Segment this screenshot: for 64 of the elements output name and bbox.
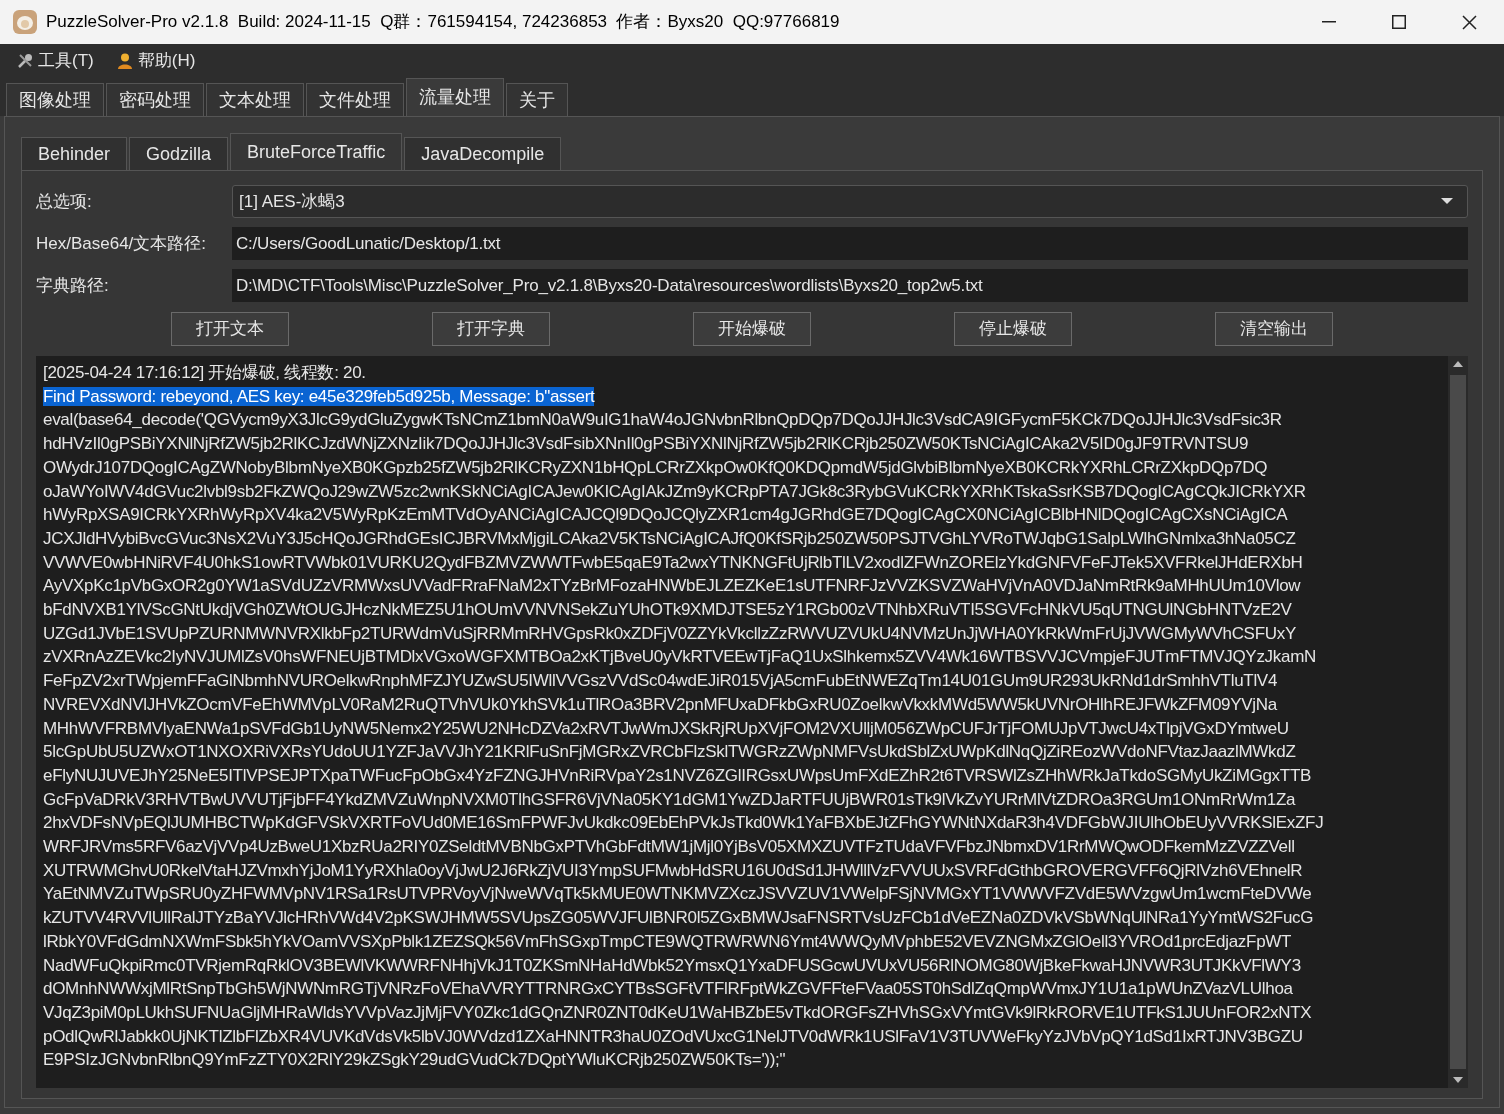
tab[interactable]: 密码处理 bbox=[106, 83, 204, 116]
log-line: GcFpVaDRkV3RHVTBwUVVUTjFjbFF4YkdZMVZuWnpNVXM0TlhGSFR6VjVNa05KY1dGM1YwZDJaRTFUUjBWR01sTk9lVkZvYURrMlVtZDROa3RGUm1ONmRrWm1Za bbox=[43, 789, 1296, 809]
log-line: VVWVE0wbHNiRVF4U0hkS1owRTVWbk01VURKU2QydFBZMVZWWTFwbE5qaE9Ta2wxYTNKNGFtUjRlbTlLV2xodlZFWnZORElzYkdGNFVFeFJTek5XVFRkelJHdERXbH bbox=[43, 552, 1303, 572]
log-line: WRFJRVms5RFV6azVjVVp4UzBweU1XbzRUa2RIY0ZSeldtMVBNbGxPTVhGbFdtMW1jMjl0YjBsV05XMXZUVTFzTUdaVFVFbzJNbmxDV1RrMWQwODFkemMzZVZZVell bbox=[43, 837, 1295, 857]
log-line: dOMnhNWWxjMlRtSnpTbGh5WjNWNmRGTjVNRzFoVEhaVVRYTTRNRGxCYTBsSGFtVTFlRFptWkZGVFFteFVaa05ST0hSdlZqQmpWVmxJY1U1a1pWUnZVazVLUlhoa bbox=[43, 979, 1293, 999]
log-line: pOdlQwRlJabkk0UjNKTlZlbFlZbXR4VUVKdVdsVk5lbVJ0WVdzd1ZXaHNNTR3haU0ZOdVUxcG1NelJTV0dWRk1USlFaV1V3TUVWeFkyYzJVbVpQY1dSd1IxRTJNV3BGZU bbox=[43, 1026, 1303, 1046]
log-line: hWyRpXSA9ICRkYXRhWyRpXV4ka2V5WyRpKzEmMTVdOyANCiAgICAJCQl9DQoJCQlyZXR1cm4gJGRhdGE7DQogICAgCX0NCiAgICBlbHNlDQogICAgCXsNCiAgICA bbox=[43, 505, 1288, 525]
tab[interactable]: 文件处理 bbox=[306, 83, 404, 116]
log-line: NadWFuQkpiRmc0TVRjemRqRklOV3BEWlVKWWRFNHhjVkJ1T0ZKSmNHaHdWbk52YmsxQ1YxaDFUSGcwUVUxVU56RlNOMG80WjBkeFkwaHJNVWR3UTJKkVFlWY3 bbox=[43, 955, 1301, 975]
log-line: OWydrJ107DQogICAgZWNobyBlbmNyeXB0KGpzb25fZW5jb2RlKCRyZXN1bHQpLCRrZXkpOw0KfQ0KDQpmdW5jdGlvbiBlbmNyeXB0KCRkYXRhLCRrZXkpDQp7DQ bbox=[43, 457, 1268, 477]
action-button[interactable]: 打开文本 bbox=[171, 312, 289, 346]
minimize-icon bbox=[1322, 21, 1336, 23]
field-label: 总选项: bbox=[36, 190, 93, 213]
close-icon bbox=[1461, 14, 1477, 30]
log-line: FeFpZV2xrTWpjemFFaGlNbmhNVUROelkwRnphMFZJYUZwSU5IWllVVGszVVdSc04wdEJiR015VjA5cmFubEtNWEZqTm14U01GUm9UR293UkRNd1drSmhhVTluTlV4 bbox=[43, 671, 1278, 691]
log-line: NVREVXdNVlJHVkZOcmVFeEhWMVpLV0RaM2RuQTVhVUk0YkhSVk1uTlROa3BRV2pnMFUxaDFkbGxRU0ZoelkwVkxkMWd5WW5kUVNrOHlhREJFWkZFM09YVjNa bbox=[43, 694, 1277, 714]
tab[interactable]: Godzilla bbox=[129, 137, 229, 170]
log-line: kZUTVV4RVVlUllRalJTYzBaYVJlcHRhVWd4V2pKSWJHMW5SVUpsZG05WVJFUlBNR0l5ZGxBMWJsaFNSRTVsUzFCb1dVeEZNa0ZDVkVSbWNqUlNRa1YyYmtWS2FucG bbox=[43, 908, 1314, 928]
log-line: AyVXpKc1pVbGxOR2g0YW1aSVdUZzVRMWxsUVVadFRraFNaM2xTYzBrMFozaHNWbEJLZEZKeE1sUTFNRFJzVVZKSVZWaHVjVnA0VDJaNmRtRk9aMHhUUm10Vlow bbox=[43, 576, 1301, 596]
tab[interactable]: JavaDecompile bbox=[404, 137, 562, 170]
app-icon bbox=[12, 9, 38, 35]
menu-item[interactable]: 工具(T) bbox=[16, 48, 94, 74]
input-field[interactable]: D:\MD\CTF\Tools\Misc\PuzzleSolver_Pro_v2.1.8\Byxs20-Data\resources\wordlists\Byxs20_top2w5.txt bbox=[232, 269, 1468, 302]
action-button[interactable]: 停止爆破 bbox=[954, 312, 1072, 346]
action-button[interactable]: 打开字典 bbox=[432, 312, 550, 346]
tools-icon bbox=[16, 52, 34, 70]
person-icon bbox=[115, 52, 134, 70]
tab[interactable]: BruteForceTraffic bbox=[230, 133, 403, 170]
log-line: UZGd1JVbE1SVUpPZURNMWNVRXlkbFp2TURWdmVuSjRRMmRHVGpsRk0xZDFjV0ZZYkVkcllzZzRWVUZVUkU4NVMzUnJjWHA0YkRkWmFrUjJVWGMyWVhCSFUxY bbox=[43, 623, 1296, 643]
log-line: 5lcGpUbU5UZWxOT1NXOXRiVXRsYUdoUU1YZFJaVVJhY21KRlFuSnFjMGRxZVRCbFlzSklTWGRzZWpNMFVsUkdSblZxUWpKdlNqQjZiREozWVdoNFVtazJaazlMWkdZ bbox=[43, 742, 1296, 762]
action-button[interactable]: 开始爆破 bbox=[693, 312, 811, 346]
menu-item[interactable]: 帮助(H) bbox=[115, 48, 196, 74]
window-title: PuzzleSolver-Pro v2.1.8 Build: 2024-11-15 Q群：761594154, 724236853 作者：Byxs20 QQ:97766819 bbox=[46, 11, 840, 34]
tab[interactable]: 文本处理 bbox=[206, 83, 304, 116]
tab[interactable]: 关于 bbox=[506, 83, 568, 116]
field-label: 字典路径: bbox=[36, 274, 110, 297]
maximize-icon bbox=[1392, 15, 1406, 29]
log-line: YaEtNMVZuTWpSRU0yZHFWMVpNV1RSa1RsUTVPRVoyVjNweWVqTk5kMUE0WTNKMVZXczJSVVZUV1VWelpFSjNVMGxYT1VWWVFZVdE5WVzgwUm1wcmFteDVWe bbox=[43, 884, 1312, 904]
log-line: bFdNVXB1YlVScGNtUkdjVGh0ZWtOUGJHczNkMEZ5U1hOUmVVNVNSekZuYUhOTk9XMDJTSE5zY1RGb00zVTNhbXRuVTI5SGVFcHNkVU5qUTNGUlNGbHNTVzE2V bbox=[43, 600, 1292, 620]
log-line: XUTRWMGhvU0RkelVtaHJZVmxhYjJoM1YyRXhla0oyVjJwU2J6RkZjVUI3YmpSUFMwbHdSRU16U0dSd1JHWlllVzFVVUUxSVRFdGthbGROVERGVFF6QjRlVzh6VEhnelR bbox=[43, 860, 1303, 880]
tab[interactable]: Behinder bbox=[21, 137, 128, 170]
action-button[interactable]: 清空输出 bbox=[1215, 312, 1333, 346]
log-line: hdHVzIl0gPSBiYXNlNjRfZW5jb2RlKCJzdWNjZXNzIik7DQoJJHJlc3VsdFsibXNnIl0gPSBiYXNlNjRfZW5jb2RlKCRjb250ZW50KTsNCiAgICAka2V5ID0gJF9TRVNTSU9 bbox=[43, 434, 1249, 454]
log-line: lRbkY0VFdGdmNXWmFSbk5hYkVOamVVSXpPblk1ZEZSQk56VmFhSGxpTmpCTE9WQTRWRWN6Ymt4WWQyMVphbE52VEVZNGMxZGlOell3YVROd1prcEdjazFpWT bbox=[43, 931, 1292, 951]
log-line: MHhWVFRBMVlyaENWa1pSVFdGb1UyNW5Nemx2Y25WU2NHcDZVa2xRVTJwWmJXSkRjRUpXVjFOM2VXUlljM056ZWpCUFJrTjFOMUJpVTJwcU4xTlpjVGxDYmtweU bbox=[43, 718, 1289, 738]
dropdown[interactable]: [1] AES-冰蝎3 bbox=[232, 185, 1468, 218]
log-line: oJaWYoIWV4dGVuc2lvbl9sb2FkZWQoJ29wZW5zc2wnKSkNCiAgICAJew0KICAgIAkJZm9yKCRpPTA7JGk8c3RybGVuKCRkYXRhKTskaSsrKSB7DQogICAgCQkJICRkYXR bbox=[43, 481, 1306, 501]
input-field[interactable]: C:/Users/GoodLunatic/Desktop/1.txt bbox=[232, 227, 1468, 260]
log-line: VJqZ3piM0pLUkhSUFNUaGljMHRaWldsYVVpVazJjMjFVY0Zkc1dGQnZNR0ZNT0dKeU1WaHBZbE5vTkdORGFsZHVhSGxVYmtGVk9lRkRORVE1UTFkS1JUUnFOR2xNTX bbox=[43, 1003, 1312, 1022]
scroll-up-icon[interactable] bbox=[1452, 359, 1464, 369]
dropdown-arrow-icon bbox=[1441, 198, 1453, 205]
log-line: eval(base64_decode('QGVycm9yX3JlcG9ydGluZygwKTsNCmZ1bmN0aW9uIG1haW4oJGNvbnRlbnQpDQp7DQoJJHJlc3VsdCA9IGFycmF5KCk7DQoJJHJlc3VsdFsic3R bbox=[43, 410, 1282, 430]
log-line: 2hxVDFsNVpEQlJUMHBCTWpKdGFVSkVXRTFoVUd0ME16SmFPWFJvUkdkc09EbEhPVkJsTkd0Wk1YaFBXbEJtZFhGYWNtNXdaR3h4VDFGbWJIUlhObEUyVVRKSlExZFJ bbox=[43, 813, 1324, 833]
scroll-down-icon[interactable] bbox=[1452, 1075, 1464, 1085]
scrollbar-thumb[interactable] bbox=[1450, 375, 1466, 1069]
log-line: [2025-04-24 17:16:12] 开始爆破, 线程数: 20. bbox=[43, 363, 366, 382]
scrollbar[interactable] bbox=[1448, 356, 1468, 1088]
log-line: eFlyNUJUVEJhY25NeE5ITlVPSEJPTXpaTWFucFpObGx4YzFZNGJHVnRiRVpaY2s1NVZ6ZGlIRGsxUWpsUmFXdEZhR2t6TVRSWlZsZHhWRkJaTkdoSGMyUkZiMGgxTTB bbox=[43, 765, 1311, 785]
tab[interactable]: 图像处理 bbox=[6, 83, 104, 116]
log-line: E9PSIzJGNvbnRlbnQ9YmFzZTY0X2RlY29kZSgkY29udGVudCk7DQptYWluKCRjb250ZW50KTs='));" bbox=[43, 1050, 786, 1070]
log-line: zVXRnAzZEVkc2IyNVJUMlZsV0hsWFNEUjBTMDlxVGxoWGFXMTBOa2xKTjBveU0yVkRTVEEwTjFaQ1UxSlhkemx5ZVV4Wk16WTBSVVJCVmpjeFJUTmFTMVJQYzJkamN bbox=[43, 647, 1316, 667]
tab[interactable]: 流量处理 bbox=[406, 78, 504, 116]
field-label: Hex/Base64/文本路径: bbox=[36, 232, 208, 255]
log-line: JCXJldHVybiBvcGVuc3NsX2VuY3J5cHQoJGRhdGEsICJBRVMxMjgiLCAka2V5KTsNCiAgICAJfQ0KfSRjb250ZW50PSJTVGhLYVRoTWJqbG1SalpLWlhGNmlxa3hNa05CZ bbox=[43, 528, 1296, 548]
